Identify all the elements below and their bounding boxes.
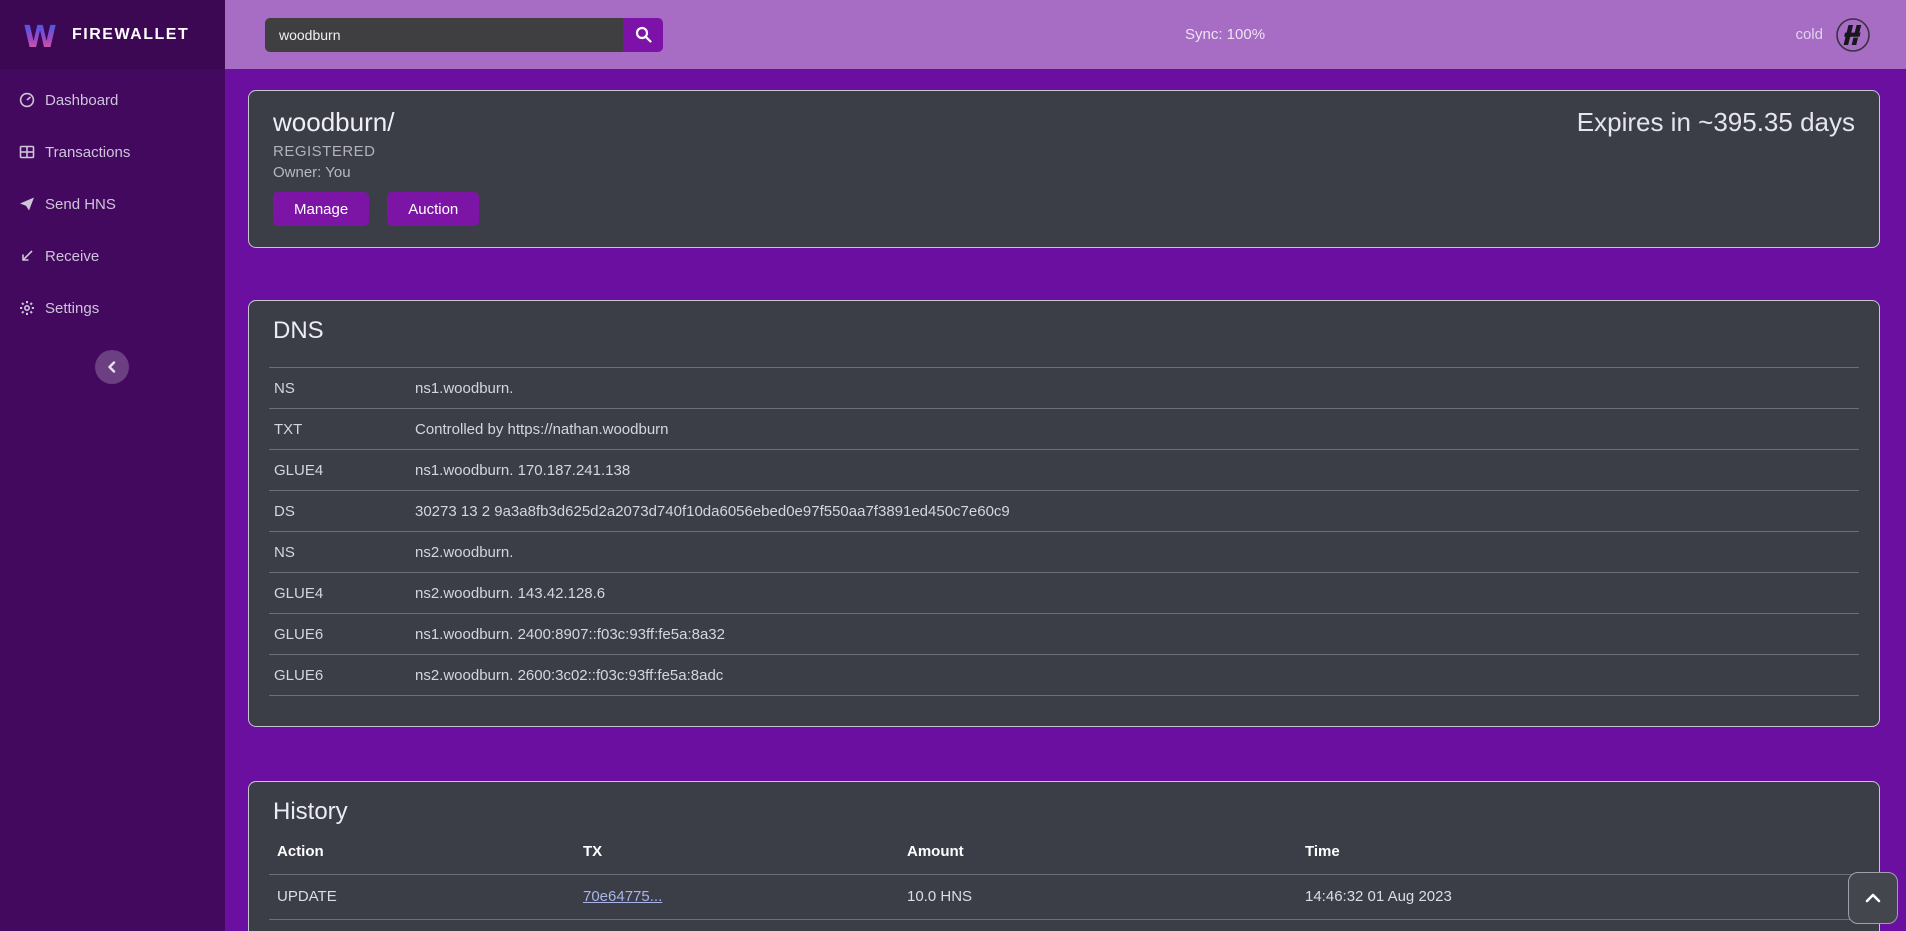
history-time: 14:46:32 01 Aug 2023 [1297, 874, 1859, 919]
history-amount: 10.0 HNS [899, 874, 1297, 919]
sidebar-item-send-hns[interactable]: Send HNS [0, 182, 225, 226]
firewallet-w-logo-icon: W [22, 16, 58, 54]
sidebar-item-label: Receive [45, 248, 99, 265]
history-time: 15:47:36 07 Jul 2023 [1297, 919, 1859, 931]
history-amount: 10.0 HNS [899, 919, 1297, 931]
dns-record-value: ns2.woodburn. 2600:3c02::f03c:93ff:fe5a:… [410, 655, 1859, 696]
history-col-amount: Amount [899, 830, 1297, 874]
sync-status: Sync: 100% [1185, 0, 1265, 69]
history-table: Action TX Amount Time UPDATE 70e64775...… [269, 830, 1859, 931]
history-card-title: History [269, 798, 1859, 826]
search-button[interactable] [623, 18, 663, 52]
history-col-tx: TX [575, 830, 899, 874]
auction-button[interactable]: Auction [387, 192, 479, 226]
sidebar-item-settings[interactable]: Settings [0, 286, 225, 330]
history-row: UPDATE 70e64775... 10.0 HNS 14:46:32 01 … [269, 874, 1859, 919]
scroll-to-top-button[interactable] [1848, 872, 1898, 924]
dns-record-value: ns1.woodburn. [410, 368, 1859, 409]
history-col-action: Action [269, 830, 575, 874]
wallet-group: cold [1795, 0, 1871, 69]
history-col-time: Time [1297, 830, 1859, 874]
sidebar-item-label: Dashboard [45, 92, 118, 109]
dns-record-value: 30273 13 2 9a3a8fb3d625d2a2073d740f10da6… [410, 491, 1859, 532]
dns-record-value: ns1.woodburn. 2400:8907::f03c:93ff:fe5a:… [410, 614, 1859, 655]
settings-gear-icon [19, 300, 35, 316]
history-row: RENEW d7e64775... 10.0 HNS 15:47:36 07 J… [269, 919, 1859, 931]
domain-expiry: Expires in ~395.35 days [1577, 107, 1855, 138]
handshake-hns-logo-icon[interactable] [1835, 17, 1871, 53]
dns-record-row: GLUE6 ns1.woodburn. 2400:8907::f03c:93ff… [269, 614, 1859, 655]
chevron-left-icon [106, 361, 118, 373]
sidebar-item-transactions[interactable]: Transactions [0, 130, 225, 174]
dns-card-title: DNS [269, 317, 1859, 345]
dns-record-row: GLUE4 ns1.woodburn. 170.187.241.138 [269, 450, 1859, 491]
dns-record-value: ns2.woodburn. [410, 532, 1859, 573]
sidebar-item-label: Transactions [45, 144, 130, 161]
sidebar-item-receive[interactable]: Receive [0, 234, 225, 278]
wallet-name: cold [1795, 26, 1823, 43]
search-input[interactable] [265, 18, 623, 52]
history-card: History Action TX Amount Time UPDATE 70e… [248, 781, 1880, 931]
dns-record-row: GLUE4 ns2.woodburn. 143.42.128.6 [269, 573, 1859, 614]
dns-card: DNS NS ns1.woodburn. TXT Controlled by h… [248, 300, 1880, 727]
domain-title: woodburn/ [273, 107, 394, 138]
dns-record-row: NS ns1.woodburn. [269, 368, 1859, 409]
dns-record-row: NS ns2.woodburn. [269, 532, 1859, 573]
domain-card: woodburn/ Expires in ~395.35 days REGIST… [248, 90, 1880, 248]
dns-record-row: GLUE6 ns2.woodburn. 2600:3c02::f03c:93ff… [269, 655, 1859, 696]
transactions-table-icon [19, 144, 35, 160]
dns-record-type: GLUE4 [269, 450, 410, 491]
send-plane-icon [19, 196, 35, 212]
dns-record-row: DS 30273 13 2 9a3a8fb3d625d2a2073d740f10… [269, 491, 1859, 532]
sidebar-header: W FIREWALLET [0, 0, 225, 69]
sidebar-item-label: Settings [45, 300, 99, 317]
dns-record-type: NS [269, 368, 410, 409]
sidebar-collapse-button[interactable] [95, 350, 129, 384]
manage-button[interactable]: Manage [273, 192, 369, 226]
dns-record-value: Controlled by https://nathan.woodburn [410, 409, 1859, 450]
dns-record-type: TXT [269, 409, 410, 450]
dns-record-type: NS [269, 532, 410, 573]
sidebar-item-dashboard[interactable]: Dashboard [0, 78, 225, 122]
sidebar-nav: Dashboard Transactions Send HNS [0, 69, 225, 330]
sidebar: W FIREWALLET Dashboard Transactions [0, 0, 225, 931]
dns-record-type: GLUE4 [269, 573, 410, 614]
dns-record-value: ns1.woodburn. 170.187.241.138 [410, 450, 1859, 491]
domain-owner: Owner: You [273, 164, 1855, 181]
tx-link[interactable]: 70e64775... [583, 888, 662, 905]
history-header-row: Action TX Amount Time [269, 830, 1859, 874]
dashboard-gauge-icon [19, 92, 35, 108]
search-icon [635, 26, 652, 43]
app-title: FIREWALLET [72, 26, 189, 44]
sidebar-item-label: Send HNS [45, 196, 116, 213]
dns-record-value: ns2.woodburn. 143.42.128.6 [410, 573, 1859, 614]
dns-record-type: GLUE6 [269, 614, 410, 655]
history-action: RENEW [269, 919, 575, 931]
chevron-up-icon [1865, 892, 1881, 904]
dns-record-row: TXT Controlled by https://nathan.woodbur… [269, 409, 1859, 450]
dns-records-table: NS ns1.woodburn. TXT Controlled by https… [269, 367, 1859, 696]
topbar: Sync: 100% cold [225, 0, 1906, 69]
dns-record-type: DS [269, 491, 410, 532]
domain-status: REGISTERED [273, 143, 1855, 160]
history-action: UPDATE [269, 874, 575, 919]
main-content: woodburn/ Expires in ~395.35 days REGIST… [225, 69, 1906, 931]
svg-text:W: W [23, 20, 56, 54]
dns-record-type: GLUE6 [269, 655, 410, 696]
search-group [265, 18, 663, 52]
receive-arrow-icon [19, 248, 35, 264]
